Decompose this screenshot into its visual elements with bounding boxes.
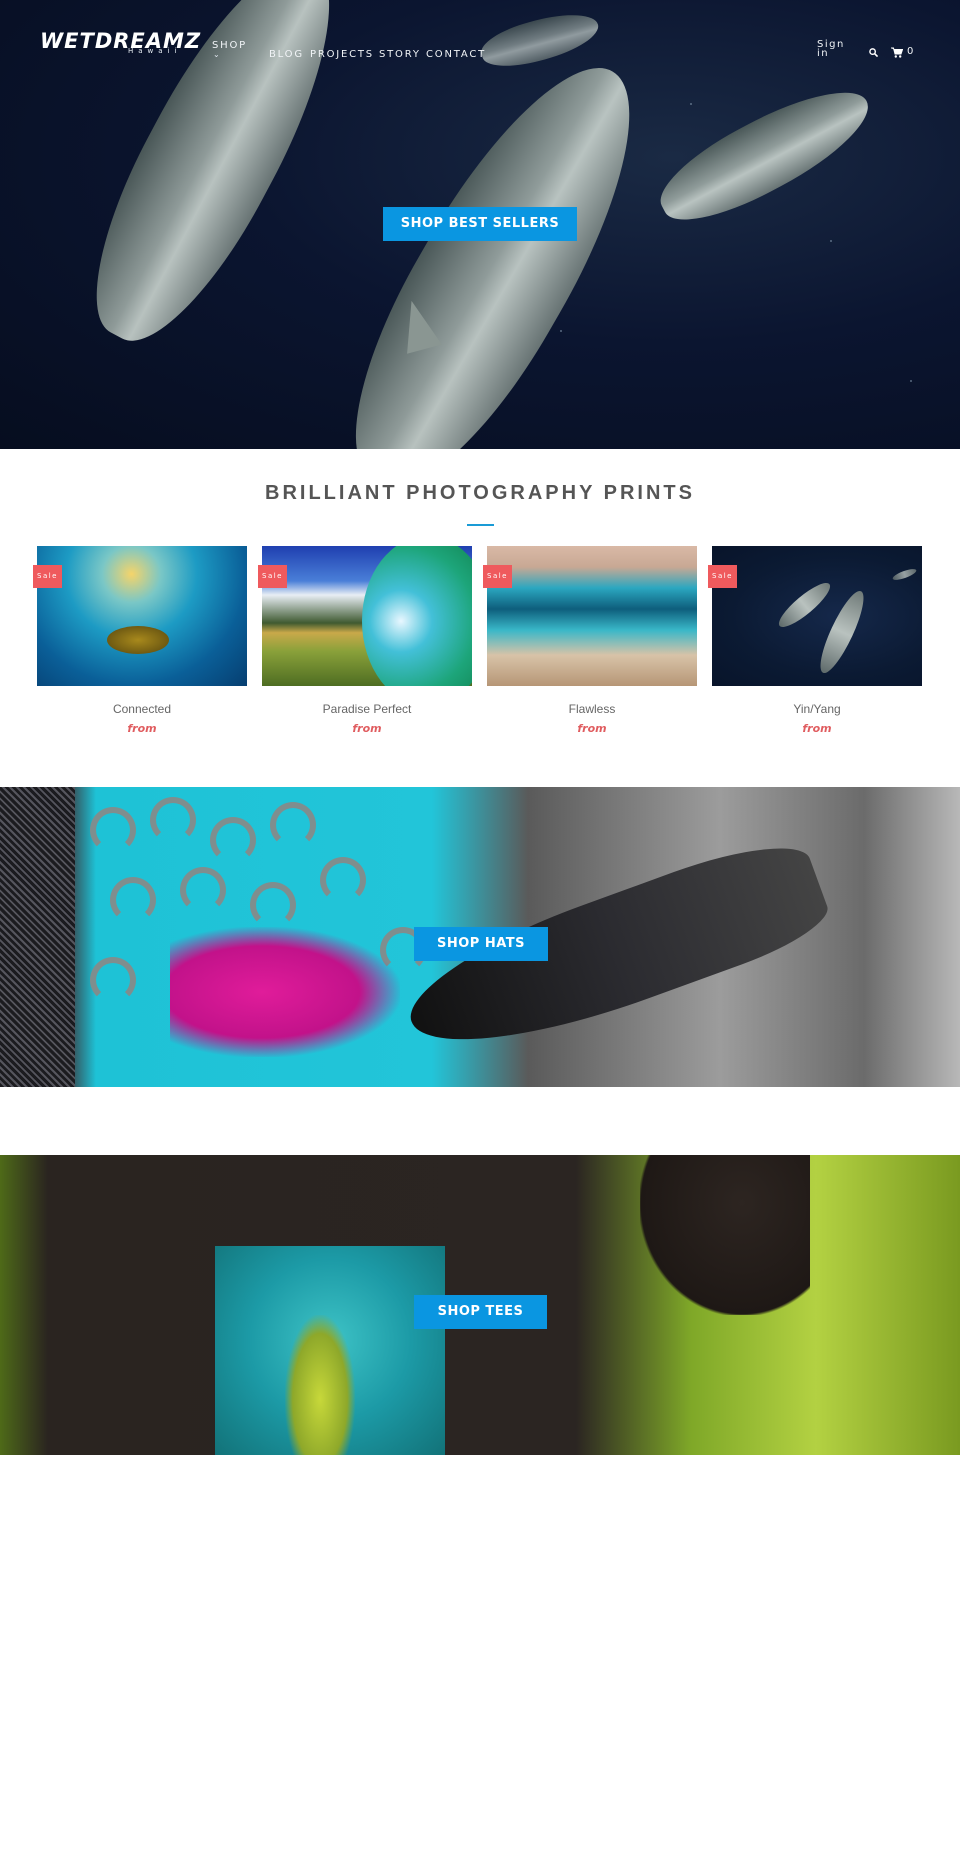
nav-item-blog[interactable]: Blog <box>269 49 304 60</box>
hat-pattern <box>250 882 296 928</box>
nav-item-contact[interactable]: Contact <box>426 49 486 60</box>
product-price: from <box>127 722 157 735</box>
main-nav: WETDREAMZ Hawaii Shop ⌄ Blog Projects St… <box>0 0 960 90</box>
hero-speck <box>910 380 912 382</box>
chevron-down-icon[interactable]: ⌄ <box>213 50 220 59</box>
product-card[interactable]: Sale Connected from <box>33 546 247 746</box>
hat-pattern <box>110 877 156 923</box>
hero-speck <box>560 330 562 332</box>
product-name[interactable]: Connected <box>37 702 247 716</box>
hat-pattern <box>90 807 136 853</box>
sale-badge: Sale <box>483 565 512 588</box>
product-price: from <box>802 722 832 735</box>
arm-shape <box>640 1155 810 1315</box>
product-image[interactable] <box>487 546 697 686</box>
product-card[interactable]: Sale Flawless from <box>483 546 697 746</box>
product-name[interactable]: Paradise Perfect <box>262 702 472 716</box>
hero-image-shark <box>312 33 678 449</box>
product-card[interactable]: Sale Yin/Yang from <box>708 546 922 746</box>
sale-badge: Sale <box>708 565 737 588</box>
product-name[interactable]: Flawless <box>487 702 697 716</box>
shark-shape <box>891 566 918 583</box>
shark-shape <box>773 577 836 633</box>
cart-count[interactable]: 0 <box>907 46 913 57</box>
hat-pattern <box>150 797 196 843</box>
product-price: from <box>577 722 607 735</box>
cart-icon[interactable] <box>891 47 903 58</box>
wave-shape <box>362 546 472 686</box>
product-name[interactable]: Yin/Yang <box>712 702 922 716</box>
product-card[interactable]: Sale Paradise Perfect from <box>258 546 472 746</box>
hero-image-shark <box>647 70 883 240</box>
hat-pattern <box>90 957 136 1003</box>
site-logo-subtitle: Hawaii <box>128 47 182 55</box>
nav-item-story[interactable]: Story <box>379 49 421 60</box>
hero-speck <box>690 103 692 105</box>
hat-mesh <box>0 787 75 1087</box>
product-price: from <box>352 722 382 735</box>
sale-badge: Sale <box>258 565 287 588</box>
hat-pattern <box>270 802 316 848</box>
hat-pattern <box>320 857 366 903</box>
turtle-shape <box>107 626 169 654</box>
hat-pattern <box>210 817 256 863</box>
section-title: BRILLIANT PHOTOGRAPHY PRINTS <box>265 482 695 504</box>
product-image[interactable] <box>262 546 472 686</box>
title-divider <box>467 524 494 526</box>
shop-hats-button[interactable]: SHOP HATS <box>414 927 548 961</box>
nav-item-projects[interactable]: Projects <box>310 49 374 60</box>
shop-tees-button[interactable]: SHOP TEES <box>414 1295 547 1329</box>
sale-badge: Sale <box>33 565 62 588</box>
sign-in-link[interactable]: Sign in <box>817 40 851 59</box>
shop-best-sellers-button[interactable]: SHOP BEST SELLERS <box>383 207 577 241</box>
product-image[interactable] <box>712 546 922 686</box>
hero-speck <box>830 240 832 242</box>
product-image[interactable] <box>37 546 247 686</box>
hat-pattern <box>180 867 226 913</box>
search-icon[interactable] <box>869 48 878 57</box>
pineapple-graphic <box>285 1315 355 1455</box>
mermaid-embroidery <box>170 927 400 1057</box>
